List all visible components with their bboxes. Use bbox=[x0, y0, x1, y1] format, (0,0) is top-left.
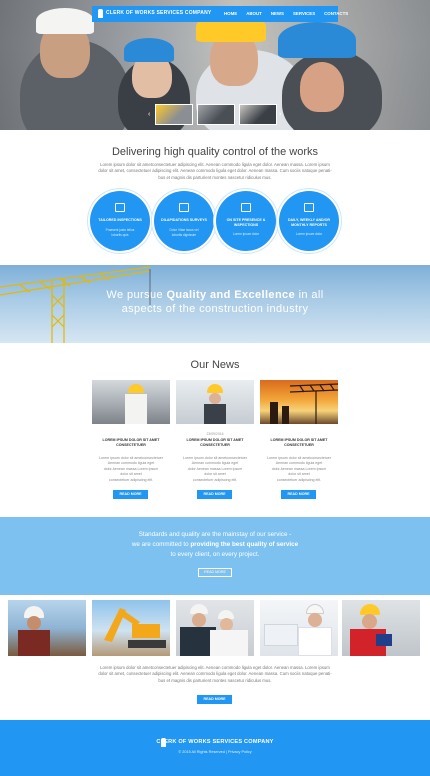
feature-reports[interactable]: DAILY, WEEKLY AND/OR MONTHLY REPORTS Lor… bbox=[279, 191, 339, 251]
arrow-right-icon[interactable]: › bbox=[279, 111, 281, 118]
feature-dilapidations-surveys[interactable]: DILAPIDATIONS SURVEYS Dolor Vitae lacus … bbox=[154, 191, 214, 251]
blue-helmet-icon bbox=[278, 22, 356, 58]
quality-line-1: We pursue Quality and Excellence in all bbox=[106, 289, 324, 301]
gallery-image[interactable] bbox=[92, 600, 170, 656]
standards-line-3: to every client, on every project. bbox=[170, 551, 260, 558]
news-image[interactable] bbox=[260, 380, 338, 424]
news-image[interactable] bbox=[176, 380, 254, 424]
feature-on-site-presence[interactable]: ON SITE PRESENCE & INSPECTIONS Lorem ips… bbox=[216, 191, 276, 251]
gallery-image[interactable] bbox=[260, 600, 338, 656]
footer-brand[interactable]: CLERK OF WORKS SERVICES COMPANY bbox=[0, 739, 430, 745]
gallery-image[interactable] bbox=[8, 600, 86, 656]
clipboard-icon bbox=[115, 203, 125, 212]
hero-image: CLERK OF WORKS SERVICES COMPANY HOME ABO… bbox=[0, 0, 430, 130]
footer: CLERK OF WORKS SERVICES COMPANY © 2015 A… bbox=[0, 720, 430, 776]
binoculars-icon bbox=[241, 203, 251, 212]
white-helmet-icon bbox=[36, 8, 94, 34]
news-image[interactable] bbox=[92, 380, 170, 424]
nav-link-services[interactable]: SERVICES bbox=[293, 11, 315, 16]
feature-tailored-inspections[interactable]: TAILORED INSPECTIONS Praesent justo tell… bbox=[90, 191, 150, 251]
news-date: 23/09/2016 bbox=[206, 432, 224, 436]
quality-line-2: aspects of the construction industry bbox=[121, 303, 309, 315]
intro-text: Lorem ipsum dolor sit ametconsectetuer a… bbox=[98, 162, 332, 180]
standards-line-1: Standards and quality are the mainstay o… bbox=[138, 531, 292, 538]
document-icon bbox=[179, 203, 189, 212]
news-text: Lorem ipsum dolor sit ametconsectetuer Ae… bbox=[99, 456, 163, 482]
news-text: Lorem ipsum dolor sit ametconsectetuer Ae… bbox=[267, 456, 331, 482]
read-more-button[interactable]: READ MORE bbox=[113, 490, 148, 499]
gallery-text: Lorem ipsum dolor sit ametconsectetuer a… bbox=[98, 665, 332, 683]
read-more-button[interactable]: READ MORE bbox=[197, 490, 232, 499]
excavator-icon bbox=[104, 608, 166, 648]
gallery-image[interactable] bbox=[176, 600, 254, 656]
page: CLERK OF WORKS SERVICES COMPANY HOME ABO… bbox=[0, 0, 430, 776]
news-text: Lorem ipsum dolor sit ametconsectetuer Ae… bbox=[183, 456, 247, 482]
quality-banner: We pursue Quality and Excellence in all … bbox=[0, 265, 430, 343]
section-title: Delivering high quality control of the w… bbox=[111, 146, 319, 158]
copyright: © 2015 All Rights Reserved | Privacy Pol… bbox=[178, 750, 252, 754]
brand-name[interactable]: CLERK OF WORKS SERVICES COMPANY bbox=[106, 10, 211, 16]
news-heading[interactable]: LOREM IPSUM DOLOR SIT AMET CONSECTETUER bbox=[260, 438, 338, 449]
news-heading[interactable]: LOREM IPSUM DOLOR SIT AMET CONSECTETUER bbox=[92, 438, 170, 449]
nav-menu: HOME ABOUT NEWS SERVICES CONTACTS bbox=[224, 11, 348, 16]
calendar-icon bbox=[304, 203, 314, 212]
arrow-left-icon[interactable]: ‹ bbox=[148, 111, 150, 118]
slider-thumbnail[interactable] bbox=[239, 104, 277, 125]
slider-thumbnail[interactable] bbox=[155, 104, 193, 125]
slider-thumbnail[interactable] bbox=[197, 104, 235, 125]
nav-link-contacts[interactable]: CONTACTS bbox=[324, 11, 348, 16]
standards-banner: Standards and quality are the mainstay o… bbox=[0, 517, 430, 595]
standards-line-2: we are committed to providing the best q… bbox=[131, 541, 299, 548]
nav-link-home[interactable]: HOME bbox=[224, 11, 237, 16]
nav-link-news[interactable]: NEWS bbox=[271, 11, 284, 16]
logo-icon bbox=[98, 9, 103, 18]
gallery-image[interactable] bbox=[342, 600, 420, 656]
read-more-button[interactable]: READ MORE bbox=[281, 490, 316, 499]
slider-thumbnails: ‹ › bbox=[148, 104, 284, 126]
nav-link-about[interactable]: ABOUT bbox=[246, 11, 262, 16]
blue-helmet-icon bbox=[124, 38, 174, 62]
read-more-button[interactable]: READ MORE bbox=[197, 695, 232, 704]
news-title: Our News bbox=[190, 359, 240, 371]
news-heading[interactable]: LOREM IPSUM DOLOR SIT AMET CONSECTETUER bbox=[176, 438, 254, 449]
top-navbar: CLERK OF WORKS SERVICES COMPANY HOME ABO… bbox=[92, 6, 348, 22]
read-more-button[interactable]: READ MORE bbox=[198, 568, 232, 577]
